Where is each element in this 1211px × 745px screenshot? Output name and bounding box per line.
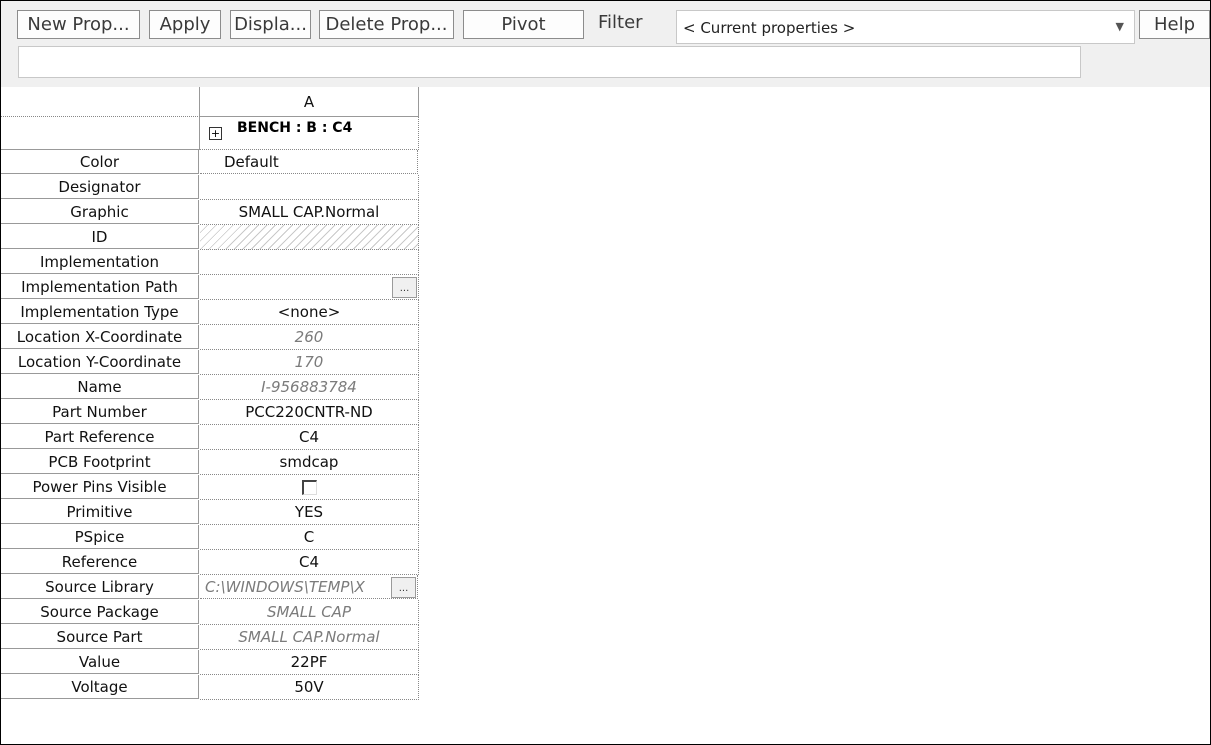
apply-button[interactable]: Apply xyxy=(149,10,221,39)
value-source-part: SMALL CAP.Normal xyxy=(200,625,419,650)
row-label-pspice[interactable]: PSpice xyxy=(1,525,199,549)
table-row: Graphic SMALL CAP.Normal xyxy=(1,200,419,225)
value-graphic[interactable]: SMALL CAP.Normal xyxy=(200,200,419,225)
table-row: Color Default xyxy=(1,150,419,175)
row-label-primitive[interactable]: Primitive xyxy=(1,500,199,524)
value-implementation-path[interactable]: ... xyxy=(200,275,419,300)
value-location-x: 260 xyxy=(200,325,419,350)
row-label-pcb-footprint[interactable]: PCB Footprint xyxy=(1,450,199,474)
table-row: Name I-956883784 xyxy=(1,375,419,400)
property-value-input[interactable] xyxy=(18,46,1081,78)
row-label-implementation[interactable]: Implementation xyxy=(1,250,199,274)
value-value[interactable]: 22PF xyxy=(200,650,419,675)
row-label-graphic[interactable]: Graphic xyxy=(1,200,199,224)
table-row: PCB Footprint smdcap xyxy=(1,450,419,475)
value-color[interactable]: Default xyxy=(200,150,418,174)
row-label-implementation-path[interactable]: Implementation Path xyxy=(1,275,199,299)
grid-corner[interactable] xyxy=(1,87,200,117)
row-label-location-x[interactable]: Location X-Coordinate xyxy=(1,325,199,349)
row-label-part-number[interactable]: Part Number xyxy=(1,400,199,424)
table-row: Implementation Type <none> xyxy=(1,300,419,325)
row-label-source-package[interactable]: Source Package xyxy=(1,600,199,624)
value-source-package: SMALL CAP xyxy=(200,600,419,625)
table-row: PSpice C xyxy=(1,525,419,550)
delete-property-button[interactable]: Delete Prop... xyxy=(319,10,454,39)
table-row: Implementation Path ... xyxy=(1,275,419,300)
toolbar: New Prop... Apply Displa... Delete Prop.… xyxy=(1,1,1210,87)
row-label-name[interactable]: Name xyxy=(1,375,199,399)
value-pspice[interactable]: C xyxy=(200,525,419,550)
row-label-designator[interactable]: Designator xyxy=(1,175,199,199)
value-primitive[interactable]: YES xyxy=(200,500,419,525)
row-label-reference[interactable]: Reference xyxy=(1,550,199,574)
value-part-reference[interactable]: C4 xyxy=(200,425,419,450)
value-source-library: C:\WINDOWS\TEMP\X ... xyxy=(200,575,418,599)
table-row: Location Y-Coordinate 170 xyxy=(1,350,419,375)
filter-label: Filter xyxy=(598,12,643,33)
browse-button[interactable]: ... xyxy=(391,577,416,598)
row-label-value[interactable]: Value xyxy=(1,650,199,674)
value-location-y: 170 xyxy=(200,350,419,375)
value-power-pins-visible xyxy=(200,475,419,500)
pivot-button[interactable]: Pivot xyxy=(463,10,584,39)
value-implementation-type[interactable]: <none> xyxy=(200,300,419,325)
value-designator[interactable] xyxy=(200,175,419,200)
property-rows: Color Default Designator Graphic SMALL C… xyxy=(1,150,419,700)
row-label-power-pins-visible[interactable]: Power Pins Visible xyxy=(1,475,199,499)
table-row: Part Reference C4 xyxy=(1,425,419,450)
filter-selected-value: < Current properties > xyxy=(683,19,856,37)
table-row: Source Part SMALL CAP.Normal xyxy=(1,625,419,650)
filter-dropdown[interactable]: < Current properties > ▼ xyxy=(676,10,1135,44)
help-button[interactable]: Help xyxy=(1139,10,1210,39)
browse-button[interactable]: ... xyxy=(392,277,417,298)
table-row: Value 22PF xyxy=(1,650,419,675)
row-label-color[interactable]: Color xyxy=(1,150,199,174)
value-implementation[interactable] xyxy=(200,250,419,275)
power-pins-visible-checkbox[interactable] xyxy=(301,479,317,495)
chevron-down-icon[interactable]: ▼ xyxy=(1116,20,1124,33)
value-voltage[interactable]: 50V xyxy=(200,675,419,700)
table-row: Voltage 50V xyxy=(1,675,419,700)
row-label-source-library[interactable]: Source Library xyxy=(1,575,199,599)
object-header-cell[interactable]: + BENCH : B : C4 xyxy=(200,117,419,150)
row-label-source-part[interactable]: Source Part xyxy=(1,625,199,649)
new-property-button[interactable]: New Prop... xyxy=(17,10,140,39)
object-header-label: BENCH : B : C4 xyxy=(237,120,353,136)
table-row: Source Package SMALL CAP xyxy=(1,600,419,625)
row-label-voltage[interactable]: Voltage xyxy=(1,675,199,699)
value-name: I-956883784 xyxy=(200,375,419,400)
table-row: Primitive YES xyxy=(1,500,419,525)
source-library-text: C:\WINDOWS\TEMP\X xyxy=(205,577,365,596)
table-row: Designator xyxy=(1,175,419,200)
table-row: Implementation xyxy=(1,250,419,275)
value-id-readonly xyxy=(200,225,419,250)
table-row: Power Pins Visible xyxy=(1,475,419,500)
table-row: Location X-Coordinate 260 xyxy=(1,325,419,350)
row-label-id[interactable]: ID xyxy=(1,225,199,249)
expand-plus-icon[interactable]: + xyxy=(209,127,222,140)
value-pcb-footprint[interactable]: smdcap xyxy=(200,450,419,475)
table-row: Part Number PCC220CNTR-ND xyxy=(1,400,419,425)
value-part-number[interactable]: PCC220CNTR-ND xyxy=(200,400,419,425)
column-header-a[interactable]: A xyxy=(200,87,419,117)
table-row: Source Library C:\WINDOWS\TEMP\X ... xyxy=(1,575,419,600)
row-label-location-y[interactable]: Location Y-Coordinate xyxy=(1,350,199,374)
row-label-part-reference[interactable]: Part Reference xyxy=(1,425,199,449)
value-reference[interactable]: C4 xyxy=(200,550,419,575)
row-label-implementation-type[interactable]: Implementation Type xyxy=(1,300,199,324)
table-row: Reference C4 xyxy=(1,550,419,575)
table-row: ID xyxy=(1,225,419,250)
object-row-header[interactable] xyxy=(1,117,200,150)
display-button[interactable]: Displa... xyxy=(230,10,311,39)
